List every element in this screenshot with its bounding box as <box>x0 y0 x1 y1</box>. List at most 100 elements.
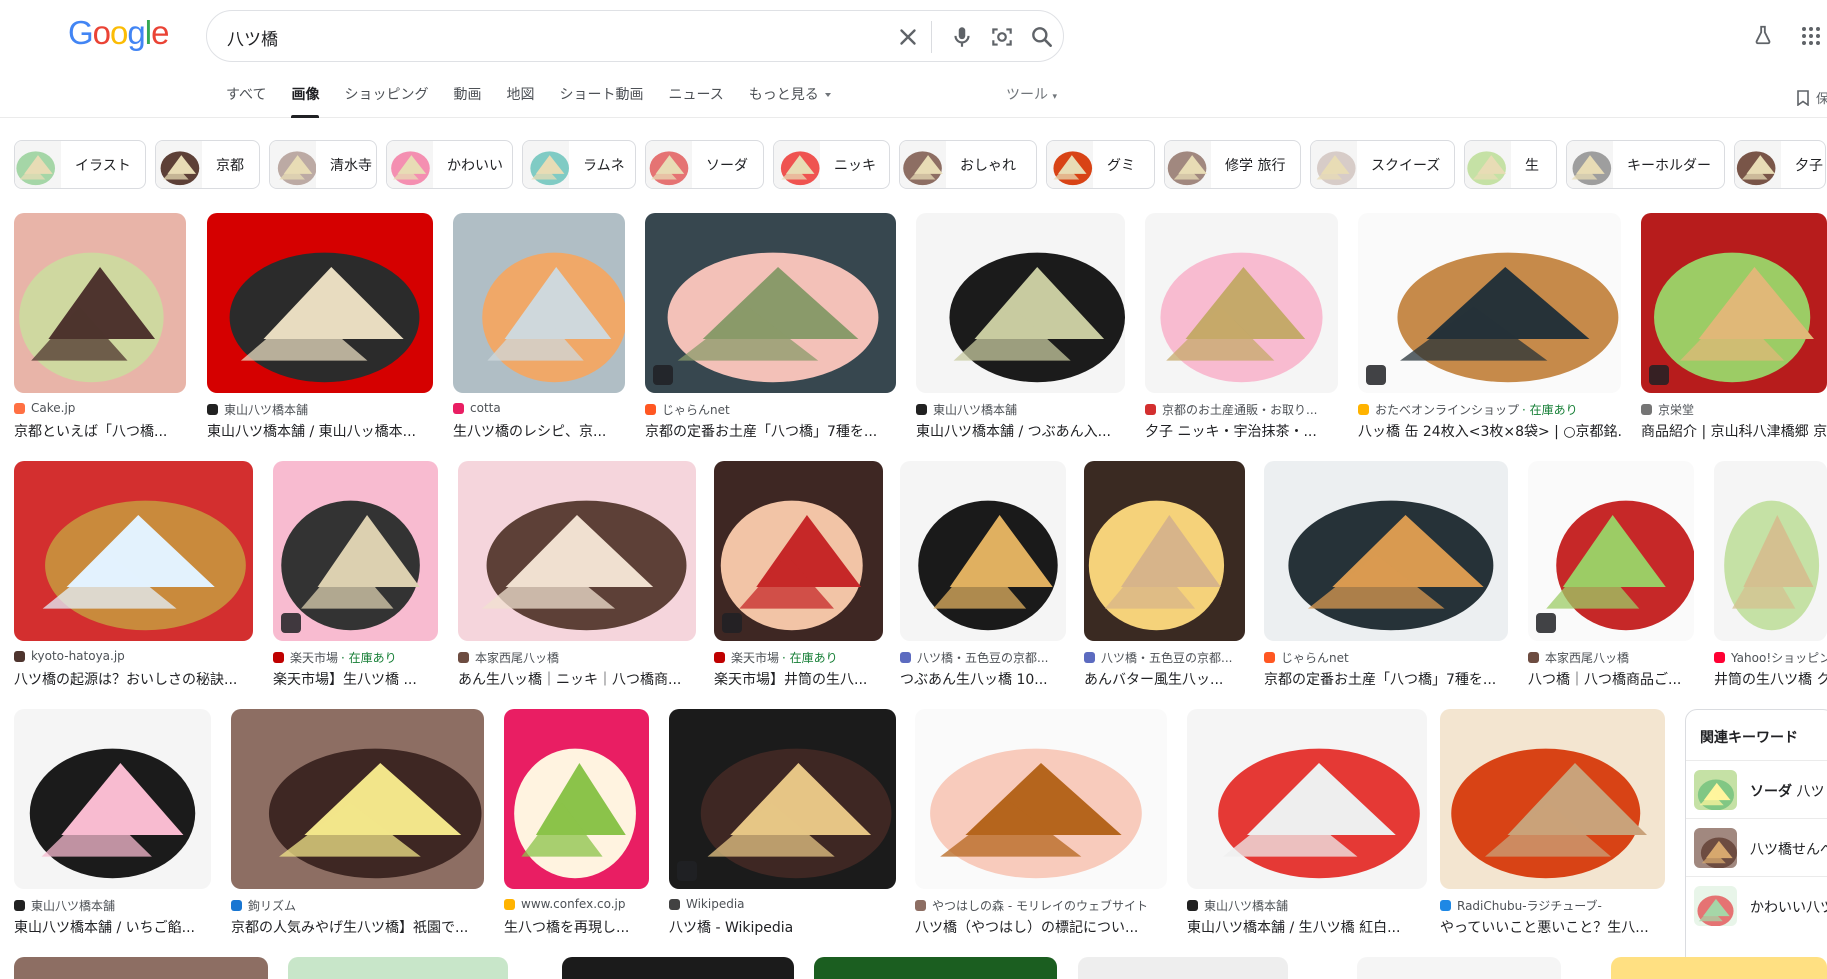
image-result[interactable]: 東山八ツ橋本舗 東山八ツ橋本舗 / つぶあん入... <box>916 213 1125 451</box>
lens-camera-icon[interactable] <box>989 24 1015 50</box>
tab-videos[interactable]: 動画 <box>453 84 481 118</box>
image-thumbnail[interactable] <box>504 709 649 889</box>
result-title[interactable]: 商品紹介 | 京山科八津橋郷 京 <box>1641 421 1827 441</box>
tab-maps[interactable]: 地図 <box>506 84 534 118</box>
tab-more[interactable]: もっと見る <box>749 84 831 118</box>
image-result[interactable]: www.confex.co.jp 生八つ橋を再現し... <box>504 709 649 947</box>
chip-3[interactable]: 清水寺 <box>269 140 377 189</box>
google-logo[interactable]: Google <box>68 14 169 52</box>
image-thumbnail[interactable] <box>1187 709 1427 889</box>
result-title[interactable]: 京都の人気みやげ生八ツ橋】祇園で... <box>231 917 484 937</box>
chip-13[interactable]: キーホルダー <box>1566 140 1725 189</box>
image-thumbnail[interactable] <box>14 213 186 393</box>
image-result[interactable]: 京栄堂 商品紹介 | 京山科八津橋郷 京 <box>1641 213 1827 451</box>
image-result[interactable]: 本家西尾八ッ橋 八つ橋｜八つ橋商品ご... <box>1528 461 1694 699</box>
image-thumbnail[interactable] <box>14 957 268 979</box>
result-title[interactable]: あん生八ッ橋｜ニッキ｜八つ橋商... <box>458 669 696 689</box>
apps-grid-icon[interactable] <box>1799 24 1823 48</box>
image-thumbnail[interactable] <box>645 213 896 393</box>
image-result[interactable]: 本家西尾八ッ橋 あん生八ッ橋｜ニッキ｜八つ橋商... <box>458 461 696 699</box>
chip-10[interactable]: 修学 旅行 <box>1164 140 1301 189</box>
image-result[interactable]: 東山八ツ橋本舗 東山八ツ橋本舗 / 生八ツ橋 紅白... <box>1187 709 1427 947</box>
related-keyword-item[interactable]: 八ツ橋せんべ <box>1686 818 1827 876</box>
result-title[interactable]: 東山八ツ橋本舗 / 生八ツ橋 紅白... <box>1187 917 1427 937</box>
result-title[interactable]: やっていいこと悪いこと？生八... <box>1440 917 1665 937</box>
image-result[interactable]: 東山八ツ橋本舗 東山八ツ橋本舗 / 東山八ッ橋本... <box>207 213 433 451</box>
related-keyword-item[interactable]: ソーダ 八ツ <box>1686 760 1827 818</box>
tab-images[interactable]: 画像 <box>291 84 320 118</box>
tab-news[interactable]: ニュース <box>668 84 723 118</box>
image-thumbnail[interactable] <box>1264 461 1508 641</box>
result-title[interactable]: 東山八ツ橋本舗 / 東山八ッ橋本... <box>207 421 433 441</box>
result-title[interactable]: 八ツ橋（やつはし）の標記につい... <box>915 917 1167 937</box>
image-thumbnail[interactable] <box>1611 957 1827 979</box>
image-result[interactable]: 東山八ツ橋本舗 東山八ツ橋本舗 / いちご餡... <box>14 709 211 947</box>
image-thumbnail[interactable] <box>273 461 438 641</box>
image-result[interactable]: おたべオンラインショップ · 在庫あり 八ッ橋 缶 24枚入<3枚×8袋> | ○京… <box>1358 213 1621 451</box>
result-title[interactable]: 東山八ツ橋本舗 / つぶあん入... <box>916 421 1125 441</box>
related-keyword-item[interactable]: かわいい八ツ <box>1686 876 1827 934</box>
chip-9[interactable]: グミ <box>1046 140 1155 189</box>
chip-12[interactable]: 生 <box>1464 140 1557 189</box>
image-result[interactable]: 鉤リズム 京都の人気みやげ生八ツ橋】祇園で... <box>231 709 484 947</box>
chip-11[interactable]: スクイーズ <box>1310 140 1455 189</box>
image-result[interactable]: kyoto-hatoya.jp 八ツ橋の起源は？おいしさの秘訣... <box>14 461 253 699</box>
image-thumbnail[interactable] <box>1641 213 1827 393</box>
image-result[interactable]: 楽天市場 · 在庫あり 楽天市場】井筒の生八... <box>714 461 883 699</box>
result-title[interactable]: 東山八ツ橋本舗 / いちご餡... <box>14 917 211 937</box>
microphone-icon[interactable] <box>949 24 975 50</box>
result-title[interactable]: 楽天市場】井筒の生八... <box>714 669 883 689</box>
image-thumbnail[interactable] <box>915 709 1167 889</box>
image-thumbnail[interactable] <box>453 213 625 393</box>
image-result[interactable]: Wikipedia 八ツ橋 - Wikipedia <box>669 709 896 947</box>
close-icon[interactable] <box>895 24 921 50</box>
labs-flask-icon[interactable] <box>1752 24 1774 46</box>
image-thumbnail[interactable] <box>1714 461 1827 641</box>
result-title[interactable]: 京都の定番お土産「八つ橋」7種を... <box>1264 669 1508 689</box>
tab-shopping[interactable]: ショッピング <box>344 84 428 118</box>
chip-1[interactable]: イラスト <box>14 140 146 189</box>
chip-5[interactable]: ラムネ <box>522 140 636 189</box>
image-thumbnail[interactable] <box>231 709 484 889</box>
image-result[interactable]: Cake.jp 京都といえば「八つ橋... <box>14 213 186 451</box>
image-thumbnail[interactable] <box>1440 709 1665 889</box>
image-thumbnail[interactable] <box>1358 213 1621 393</box>
image-result[interactable]: じゃらんnet 京都の定番お土産「八つ橋」7種を... <box>645 213 896 451</box>
chip-4[interactable]: かわいい <box>386 140 513 189</box>
image-thumbnail[interactable] <box>1357 957 1561 979</box>
image-thumbnail[interactable] <box>562 957 794 979</box>
tab-all[interactable]: すべて <box>226 84 266 118</box>
tab-short-videos[interactable]: ショート動画 <box>559 84 643 118</box>
result-title[interactable]: 京都といえば「八つ橋... <box>14 421 186 441</box>
result-title[interactable]: 生八つ橋を再現し... <box>504 917 649 937</box>
image-thumbnail[interactable] <box>14 461 253 641</box>
result-title[interactable]: 夕子 ニッキ・宇治抹茶・... <box>1145 421 1338 441</box>
chip-6[interactable]: ソーダ <box>645 140 764 189</box>
image-result[interactable]: Yahoo!ショッピン 井筒の生八ツ橋 ク <box>1714 461 1827 699</box>
image-thumbnail[interactable] <box>1084 461 1245 641</box>
image-result[interactable]: 八ツ橋・五色豆の京都... あんバター風生八ッ... <box>1084 461 1245 699</box>
image-thumbnail[interactable] <box>1078 957 1288 979</box>
result-title[interactable]: 八ツ橋の起源は？おいしさの秘訣... <box>14 669 253 689</box>
image-thumbnail[interactable] <box>916 213 1125 393</box>
image-thumbnail[interactable] <box>814 957 1057 979</box>
image-result[interactable]: RadiChubu-ラジチューブ- やっていいこと悪いこと？生八... <box>1440 709 1665 947</box>
image-thumbnail[interactable] <box>14 709 211 889</box>
chip-8[interactable]: おしゃれ <box>899 140 1037 189</box>
image-result[interactable]: 八ツ橋・五色豆の京都... つぶあん生八ッ橋 10... <box>900 461 1066 699</box>
saved-label[interactable]: 保 <box>1816 88 1827 107</box>
chip-14[interactable]: 夕子 <box>1734 140 1826 189</box>
result-title[interactable]: 生八ツ橋のレシピ、京... <box>453 421 625 441</box>
image-thumbnail[interactable] <box>458 461 696 641</box>
result-title[interactable]: あんバター風生八ッ... <box>1084 669 1245 689</box>
result-title[interactable]: つぶあん生八ッ橋 10... <box>900 669 1066 689</box>
image-result[interactable]: やつはしの森 - モリレイのウェブサイト 八ツ橋（やつはし）の標記につい... <box>915 709 1167 947</box>
search-icon[interactable] <box>1029 24 1055 50</box>
result-title[interactable]: 井筒の生八ツ橋 ク <box>1714 669 1827 689</box>
image-thumbnail[interactable] <box>900 461 1066 641</box>
tools-button[interactable]: ツール ▾ <box>1006 84 1057 104</box>
image-thumbnail[interactable] <box>207 213 433 393</box>
image-result[interactable]: 京都のお土産通販・お取り... 夕子 ニッキ・宇治抹茶・... <box>1145 213 1338 451</box>
bookmark-icon[interactable] <box>1796 90 1810 106</box>
result-title[interactable]: 八ツ橋 - Wikipedia <box>669 917 896 937</box>
